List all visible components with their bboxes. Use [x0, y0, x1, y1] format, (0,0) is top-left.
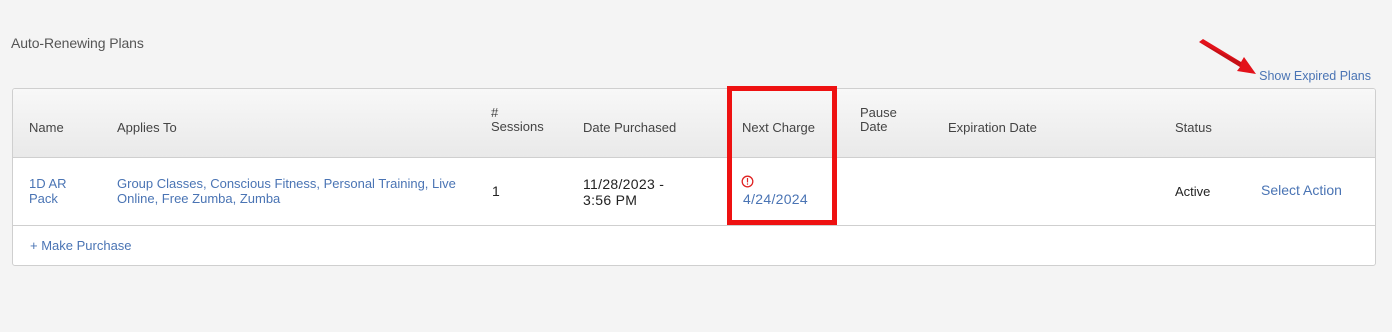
date-purchased-line1: 11/28/2023 -: [583, 176, 665, 192]
column-header-date-purchased: Date Purchased: [583, 120, 677, 135]
status-value: Active: [1175, 184, 1211, 199]
plan-name-link[interactable]: 1D AR Pack: [29, 176, 67, 206]
applies-to-line1[interactable]: Group Classes, Conscious Fitness, Person…: [117, 176, 456, 191]
show-expired-plans-link[interactable]: Show Expired Plans: [1259, 69, 1371, 83]
section-title: Auto-Renewing Plans: [11, 35, 144, 51]
applies-to-line2[interactable]: Online, Free Zumba, Zumba: [117, 191, 456, 206]
alert-circle-icon: [741, 175, 754, 188]
date-purchased-value: 11/28/2023 - 3:56 PM: [583, 176, 664, 208]
auto-renewing-plans-page: Auto-Renewing Plans Show Expired Plans N…: [0, 0, 1392, 332]
plan-name-line1[interactable]: 1D AR: [29, 176, 67, 191]
sessions-value: 1: [492, 183, 501, 199]
plan-name-line2[interactable]: Pack: [29, 191, 67, 206]
table-row: 1D AR Pack Group Classes, Conscious Fitn…: [13, 158, 1375, 226]
column-header-sessions-line2: Sessions: [491, 119, 544, 134]
column-header-applies-to: Applies To: [117, 120, 177, 135]
red-arrow-icon: [1199, 39, 1256, 74]
column-header-pause-line1: Pause: [860, 105, 897, 120]
table-header: Name Applies To # Sessions Date Purchase…: [13, 89, 1375, 158]
select-action-link[interactable]: Select Action: [1261, 183, 1342, 198]
column-header-pause-line2: Date: [860, 119, 888, 134]
applies-to-link[interactable]: Group Classes, Conscious Fitness, Person…: [117, 176, 456, 206]
column-header-sessions: # Sessions: [491, 106, 544, 134]
column-header-name: Name: [29, 120, 64, 135]
column-header-status: Status: [1175, 120, 1212, 135]
next-charge-date-link[interactable]: 4/24/2024: [743, 191, 808, 207]
date-purchased-line2: 3:56 PM: [583, 192, 638, 208]
make-purchase-link[interactable]: + Make Purchase: [30, 238, 132, 253]
plans-table: Name Applies To # Sessions Date Purchase…: [12, 88, 1376, 266]
column-header-next-charge: Next Charge: [742, 120, 815, 135]
column-header-pause-date: Pause Date: [860, 106, 897, 134]
column-header-expiration-date: Expiration Date: [948, 120, 1037, 135]
column-header-sessions-line1: #: [491, 105, 499, 120]
